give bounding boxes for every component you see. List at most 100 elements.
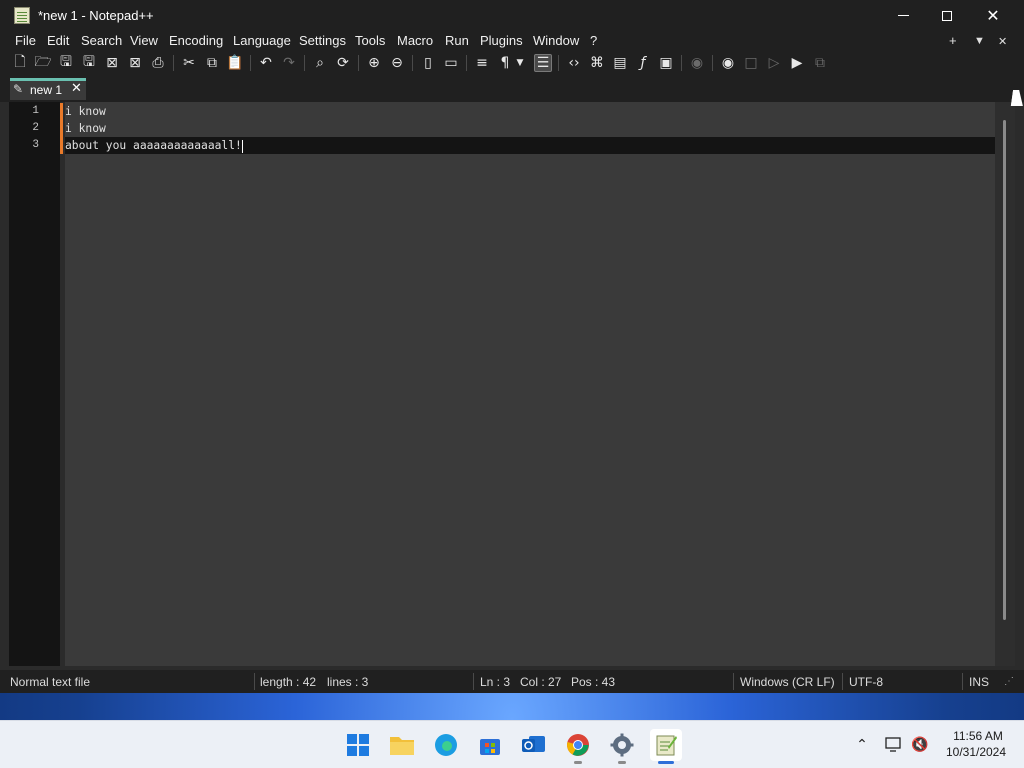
document-map-icon[interactable]: ⌘ <box>588 54 606 72</box>
volume-muted-icon[interactable]: 🔇 <box>910 735 930 755</box>
function-list-icon[interactable]: ƒ <box>634 54 652 72</box>
chrome-button[interactable] <box>562 729 594 764</box>
code-line-text: i know <box>65 122 106 135</box>
menu-window[interactable]: Window <box>533 33 579 48</box>
cut-icon[interactable]: ✂ <box>180 54 198 72</box>
mouse-cursor-icon <box>1010 90 1024 106</box>
print-icon[interactable]: ⎙ <box>149 54 167 72</box>
close-window-button[interactable]: ✕ <box>970 0 1016 31</box>
code-line[interactable]: about you aaaaaaaaaaaaall! <box>65 137 243 154</box>
record-macro-icon[interactable]: ◉ <box>719 54 737 72</box>
status-eol[interactable]: Windows (CR LF) <box>740 675 835 689</box>
status-insert-mode[interactable]: INS <box>969 675 989 689</box>
code-line-text: about you aaaaaaaaaaaaall! <box>65 139 242 152</box>
toolbar-separator <box>681 55 682 71</box>
folder-workspace-icon[interactable]: ▣ <box>657 54 675 72</box>
menu-plugins[interactable]: Plugins <box>480 33 523 48</box>
menu-run[interactable]: Run <box>445 33 469 48</box>
menu-encoding[interactable]: Encoding <box>169 33 223 48</box>
redo-icon[interactable]: ↷ <box>280 54 298 72</box>
word-wrap-icon[interactable]: ≡ <box>473 54 491 72</box>
line-number-gutter[interactable]: 1 2 3 <box>9 102 60 666</box>
toolbar-separator <box>466 55 467 71</box>
stop-recording-icon[interactable]: □ <box>742 54 760 72</box>
store-button[interactable] <box>474 729 506 761</box>
sync-vertical-icon[interactable]: ▯ <box>419 54 437 72</box>
code-line[interactable]: i know <box>65 120 106 137</box>
outlook-icon <box>522 736 545 752</box>
window-title: *new 1 - Notepad++ <box>38 8 154 23</box>
zoom-in-icon[interactable]: ⊕ <box>365 54 383 72</box>
toolbar-separator <box>712 55 713 71</box>
zoom-out-icon[interactable]: ⊖ <box>388 54 406 72</box>
save-all-icon[interactable]: 🖫 <box>80 54 98 72</box>
outlook-button[interactable] <box>518 729 550 761</box>
start-button[interactable] <box>342 729 374 761</box>
menu-view[interactable]: View <box>130 33 158 48</box>
run-macro-multiple-icon[interactable]: ▶ <box>788 54 806 72</box>
settings-button[interactable] <box>606 729 638 764</box>
menu-help[interactable]: ? <box>590 33 597 48</box>
undo-icon[interactable]: ↶ <box>257 54 275 72</box>
menu-macro[interactable]: Macro <box>397 33 433 48</box>
close-icon: ✕ <box>986 7 1000 25</box>
menu-search[interactable]: Search <box>81 33 122 48</box>
find-icon[interactable]: ⌕ <box>311 54 329 72</box>
status-encoding[interactable]: UTF-8 <box>849 675 883 689</box>
show-all-characters-icon[interactable]: ¶ <box>496 54 514 72</box>
clock-time[interactable]: 11:56 AM <box>948 729 1008 743</box>
line-number: 1 <box>32 105 39 117</box>
tab-close-icon[interactable]: ✕ <box>71 81 82 96</box>
close-tab-icon[interactable]: ✕ <box>998 35 1007 48</box>
line-number: 2 <box>32 122 39 134</box>
tab-list-dropdown-icon[interactable]: ▼ <box>974 35 985 47</box>
toolbar-separator <box>412 55 413 71</box>
maximize-button[interactable] <box>924 0 970 31</box>
tab-bar: ✎ new 1 ✕ <box>0 75 1024 102</box>
code-icon[interactable]: ‹› <box>565 54 583 72</box>
network-icon[interactable] <box>884 735 904 755</box>
menu-language[interactable]: Language <box>233 33 291 48</box>
notepadpp-taskbar-button[interactable] <box>650 729 682 764</box>
notepadpp-app-icon[interactable] <box>14 7 30 24</box>
indent-guide-icon[interactable]: ☰ <box>534 54 552 72</box>
status-pos: Pos : 43 <box>571 675 616 689</box>
paste-icon[interactable]: 📋 <box>226 54 244 72</box>
close-file-icon[interactable]: ⊠ <box>103 54 121 72</box>
status-separator <box>842 673 843 690</box>
save-icon[interactable]: 🖫 <box>57 54 75 72</box>
status-bar: Normal text file length : 42 lines : 3 L… <box>0 670 1024 693</box>
close-all-icon[interactable]: ⊠ <box>126 54 144 72</box>
new-tab-icon[interactable]: + <box>949 33 957 48</box>
change-marker <box>60 137 63 154</box>
replace-icon[interactable]: ⟳ <box>334 54 352 72</box>
new-file-icon[interactable]: 🗋 <box>11 54 29 72</box>
minimize-button[interactable] <box>880 0 926 31</box>
editor[interactable]: 1 2 3 i know i know about you aaaaaaaaaa… <box>9 102 1015 666</box>
menu-edit[interactable]: Edit <box>47 33 69 48</box>
menu-tools[interactable]: Tools <box>355 33 385 48</box>
copy-icon[interactable]: ⧉ <box>203 54 221 72</box>
menu-file[interactable]: File <box>15 33 36 48</box>
playback-icon[interactable]: ▷ <box>765 54 783 72</box>
monitoring-icon[interactable]: ◉ <box>688 54 706 72</box>
resize-grip-icon[interactable]: ⋰ <box>1004 676 1014 687</box>
scrollbar-thumb[interactable] <box>1003 120 1006 620</box>
save-macro-icon[interactable]: ⧉ <box>811 54 829 72</box>
notepadpp-icon <box>656 735 677 756</box>
tab-new-1[interactable]: ✎ new 1 ✕ <box>10 78 86 100</box>
open-file-icon[interactable]: 🗁 <box>34 54 52 72</box>
title-bar[interactable]: *new 1 - Notepad++ ✕ <box>0 0 1024 31</box>
document-list-icon[interactable]: ▤ <box>611 54 629 72</box>
menu-settings[interactable]: Settings <box>299 33 346 48</box>
clock-date[interactable]: 10/31/2024 <box>942 745 1010 759</box>
code-line[interactable]: i know <box>65 103 106 120</box>
code-area[interactable]: i know i know about you aaaaaaaaaaaaall! <box>65 102 995 666</box>
show-hidden-icons-chevron-icon[interactable]: ⌃ <box>852 735 872 755</box>
store-icon <box>480 739 500 755</box>
edge-button[interactable] <box>430 729 462 761</box>
chevron-down-icon[interactable]: ▼ <box>514 54 526 72</box>
vertical-scrollbar[interactable] <box>995 102 1015 666</box>
file-explorer-button[interactable] <box>386 729 418 761</box>
sync-horizontal-icon[interactable]: ▭ <box>442 54 460 72</box>
